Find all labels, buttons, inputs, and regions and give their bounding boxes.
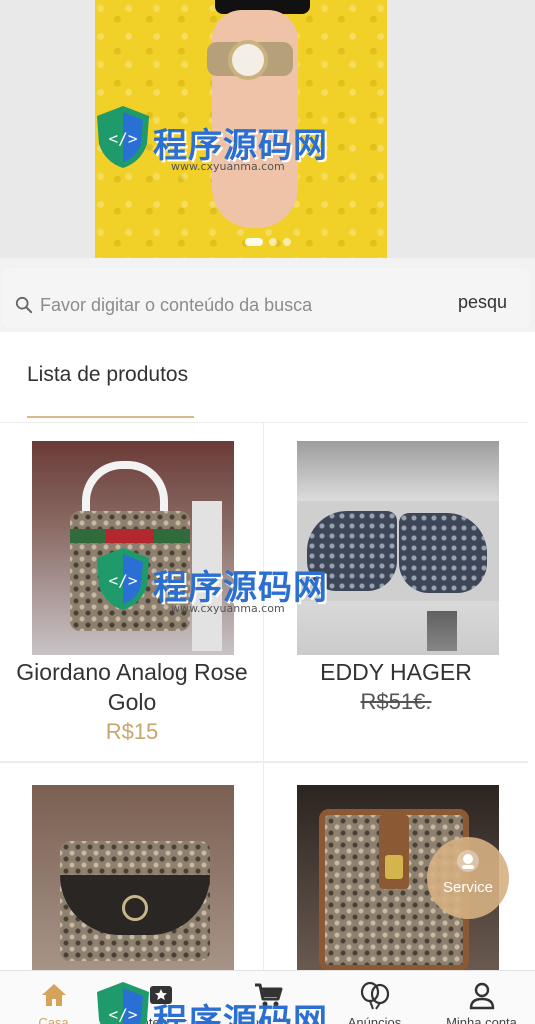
nav-label: Categoria <box>132 1015 189 1024</box>
home-icon <box>41 984 66 1006</box>
watch-image <box>228 40 268 80</box>
bottom-nav: Casa Categoria Carrinho Anúncios Minha c… <box>0 970 535 1024</box>
category-icon <box>149 986 172 1004</box>
product-price: R$15 <box>105 719 159 744</box>
nav-item-home[interactable]: Casa <box>0 971 107 1024</box>
nav-label: Anúncios <box>347 1015 402 1024</box>
nav-item-cart[interactable]: Carrinho <box>214 971 321 1024</box>
chat-icon <box>457 850 479 872</box>
carousel-dot[interactable] <box>245 238 263 246</box>
nav-label: Carrinho <box>242 1015 293 1024</box>
carousel-dot[interactable] <box>269 238 277 246</box>
nav-label: Casa <box>38 1015 69 1024</box>
cart-icon <box>254 983 282 1007</box>
product-card[interactable] <box>0 762 264 971</box>
product-image[interactable] <box>32 785 234 971</box>
product-card[interactable]: Giordano Analog Rose Golo R$15 <box>0 422 264 762</box>
product-image[interactable] <box>297 441 499 655</box>
user-icon <box>469 982 494 1010</box>
product-name[interactable]: Giordano Analog Rose Golo <box>0 657 264 717</box>
product-image[interactable] <box>32 441 234 655</box>
nav-item-ads[interactable]: Anúncios <box>321 971 428 1024</box>
nav-label: Minha conta <box>446 1015 517 1024</box>
product-card[interactable]: EDDY HAGER R$51€. <box>264 422 528 762</box>
service-button[interactable]: Service <box>427 837 509 919</box>
search-icon <box>15 296 33 314</box>
search-button[interactable]: pesqu <box>458 292 507 313</box>
search-bar: pesqu <box>0 258 535 332</box>
balloon-icon <box>360 981 389 1010</box>
product-name[interactable]: EDDY HAGER <box>264 657 528 687</box>
section-title: Lista de produtos <box>27 363 189 386</box>
hero-banner[interactable] <box>0 0 535 258</box>
carousel-dot[interactable] <box>283 238 291 246</box>
search-input[interactable] <box>40 292 440 318</box>
search-box: pesqu <box>2 268 530 328</box>
carousel-indicator <box>245 238 291 246</box>
product-price: R$51€. <box>360 689 432 714</box>
service-label: Service <box>442 879 494 896</box>
section-underline <box>27 416 194 418</box>
nav-item-category[interactable]: Categoria <box>107 971 214 1024</box>
nav-item-account[interactable]: Minha conta <box>428 971 535 1024</box>
